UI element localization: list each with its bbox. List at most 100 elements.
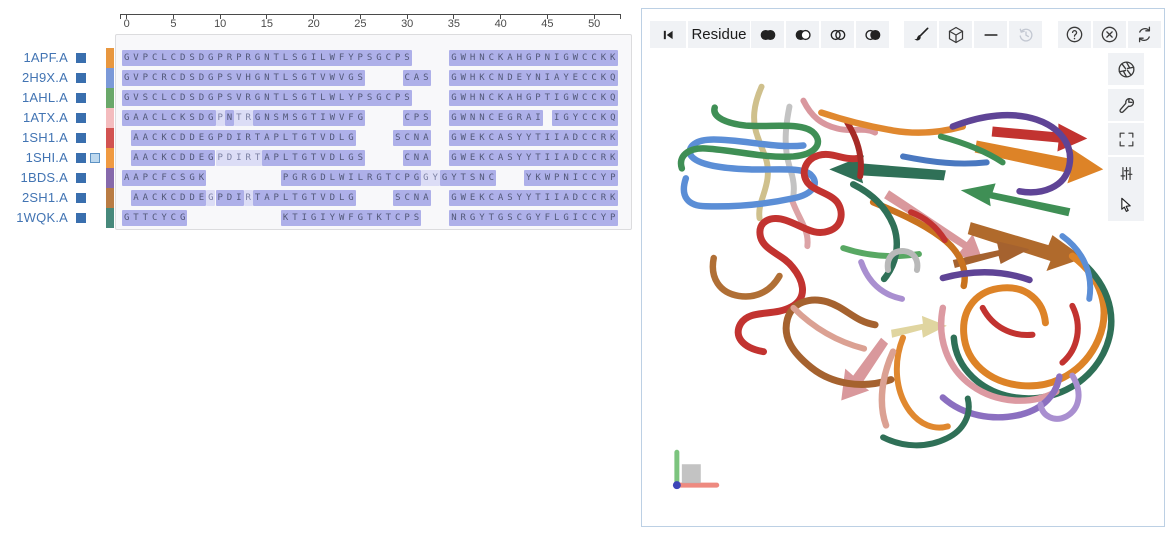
toolbar-group-navigation: Residue <box>650 21 750 48</box>
ruler-tick-label: 30 <box>401 18 414 30</box>
toolbar-group-tools <box>904 21 1042 48</box>
toolbar-group-panel <box>1058 21 1161 48</box>
refresh-button[interactable] <box>1128 21 1161 48</box>
help-icon <box>1066 26 1083 43</box>
help-button[interactable] <box>1058 21 1091 48</box>
sequence-segment[interactable]: TAPLTGTVDLG <box>252 190 356 206</box>
row-visibility-square[interactable] <box>76 133 86 143</box>
ruler-tick-label: 25 <box>354 18 367 30</box>
sequence-segment[interactable]: CNA <box>402 150 431 166</box>
row-label-1SHI.A[interactable]: 1SHI.A <box>0 148 68 168</box>
row-label-1WQK.A[interactable]: 1WQK.A <box>0 208 68 228</box>
screenshot-button[interactable] <box>1108 53 1144 85</box>
first-button[interactable] <box>650 21 686 48</box>
history-button <box>1009 21 1042 48</box>
sequence-segment[interactable]: NRGYTGSCGYFLGICCYP <box>449 210 618 226</box>
components-button[interactable] <box>939 21 972 48</box>
cursor-button[interactable] <box>1108 189 1144 221</box>
subtract-view-button[interactable] <box>974 21 1007 48</box>
row-visibility-square[interactable] <box>76 113 86 123</box>
sequence-segment[interactable]: G <box>206 190 216 206</box>
settings-button[interactable] <box>1108 157 1144 189</box>
subtract-button[interactable] <box>786 21 819 48</box>
sequence-segment[interactable]: GWNNCEGRAI <box>449 110 543 126</box>
theme-button[interactable] <box>904 21 937 48</box>
sequence-segment[interactable]: GVSCLCDSDGPSVRGNTLSGTLWLYPSGCPS <box>122 90 412 106</box>
sequence-segment[interactable]: GWEKCASYYTIIADCCRK <box>449 150 618 166</box>
ruler-tick-label: 15 <box>260 18 274 30</box>
granularity-button[interactable]: Residue <box>688 21 750 48</box>
sequence-segment[interactable]: CAS <box>402 70 431 86</box>
row-color-bar <box>106 48 114 68</box>
minus-icon <box>983 33 998 36</box>
sequence-segment[interactable]: SCNA <box>393 130 431 146</box>
sequence-segment[interactable]: AAPCFCSGK <box>122 170 207 186</box>
sequence-segment[interactable]: KTIGIYWFGTKTCPS <box>280 210 422 226</box>
row-visibility-square[interactable] <box>76 213 86 223</box>
sequence-segment[interactable]: TR <box>234 110 253 126</box>
row-visibility-square[interactable] <box>76 93 86 103</box>
cube-icon <box>948 26 963 43</box>
sequence-segment[interactable]: SCNA <box>393 190 431 206</box>
union-button[interactable] <box>751 21 784 48</box>
sequence-segment[interactable]: IGYCCKQ <box>552 110 618 126</box>
row-visibility-square[interactable] <box>76 53 86 63</box>
axes-widget <box>672 449 720 490</box>
sequence-segment[interactable]: AACKCDDEGPDIRTAPLTGTVDLG <box>131 130 356 146</box>
sidebar-group-screenshot <box>1108 53 1144 85</box>
sequence-segment[interactable]: GTTCYCG <box>122 210 188 226</box>
row-label-1SH1.A[interactable]: 1SH1.A <box>0 128 68 148</box>
sequence-segment[interactable]: P <box>215 110 225 126</box>
sequence-segment[interactable]: GWHNCKAHGPNIGWCCKK <box>449 50 618 66</box>
union-icon <box>760 29 775 40</box>
sequence-segment[interactable]: GWHKCNDEYNIAYECCKQ <box>449 70 618 86</box>
row-label-2SH1.A[interactable]: 2SH1.A <box>0 188 68 208</box>
sequence-segment[interactable]: CPS <box>402 110 431 126</box>
row-color-bar <box>106 68 114 88</box>
row-label-1AHL.A[interactable]: 1AHL.A <box>0 88 68 108</box>
row-visibility-square[interactable] <box>76 173 86 183</box>
set-button[interactable] <box>856 21 889 48</box>
sequence-segment[interactable]: GWEKCASYYTIIADCCRK <box>449 190 618 206</box>
structure-canvas[interactable] <box>642 9 1164 526</box>
sequence-segment[interactable]: PGRGDLWILRGTCPG <box>280 170 422 186</box>
row-label-2H9X.A[interactable]: 2H9X.A <box>0 68 68 88</box>
row-color-bar <box>106 188 114 208</box>
sequence-segment[interactable]: APLTGTVDLGS <box>262 150 366 166</box>
sequence-segment[interactable]: PDI <box>215 190 244 206</box>
close-button[interactable] <box>1093 21 1126 48</box>
row-label-1ATX.A[interactable]: 1ATX.A <box>0 108 68 128</box>
sequence-segment[interactable]: GVPCRCDSDGPSVHGNTLSGTVWVGS <box>122 70 366 86</box>
sequence-segment[interactable]: GYTSNC <box>439 170 496 186</box>
refresh-icon <box>1138 26 1151 43</box>
row-color-bar <box>106 208 114 228</box>
row-label-1APF.A[interactable]: 1APF.A <box>0 48 68 68</box>
sequence-segment[interactable]: N <box>224 110 235 126</box>
sequence-segment[interactable]: GWEKCASYYTIIADCCRK <box>449 130 618 146</box>
sequence-segment[interactable]: GNSMSGTIWVFG <box>252 110 366 126</box>
sequence-segment[interactable]: GVPCLCDSDGPRPRGNTLSGILWFYPSGCPS <box>122 50 412 66</box>
structure-viewer-panel: Residue <box>641 8 1165 527</box>
row-visibility-square[interactable] <box>76 193 86 203</box>
settings-icon <box>1120 166 1132 180</box>
sequence-segment[interactable]: R <box>243 190 253 206</box>
sequence-segment[interactable]: GAACLCKSDG <box>122 110 216 126</box>
tools-button[interactable] <box>1108 89 1144 121</box>
row-label-1BDS.A[interactable]: 1BDS.A <box>0 168 68 188</box>
sequence-segment[interactable]: GWHNCKAHGPTIGWCCKQ <box>449 90 618 106</box>
expand-button[interactable] <box>1108 123 1144 155</box>
ruler-tick-label: 0 <box>123 18 130 30</box>
sequence-segment[interactable]: AACKCDDE <box>131 190 207 206</box>
ruler-tick-label: 35 <box>447 18 461 30</box>
row-color-bar <box>106 88 114 108</box>
sequence-segment[interactable]: AACKCDDEG <box>131 150 216 166</box>
sequence-segment[interactable]: YKWPNICCYP <box>524 170 618 186</box>
sequence-segment[interactable]: GY <box>421 170 440 186</box>
ruler-tick-label: 40 <box>494 18 507 30</box>
row-selected-marker[interactable] <box>90 153 100 163</box>
tools-icon <box>1118 97 1134 113</box>
sequence-segment[interactable]: PDIRT <box>215 150 263 166</box>
row-visibility-square[interactable] <box>76 73 86 83</box>
intersect-button[interactable] <box>821 21 854 48</box>
row-visibility-square[interactable] <box>76 153 86 163</box>
